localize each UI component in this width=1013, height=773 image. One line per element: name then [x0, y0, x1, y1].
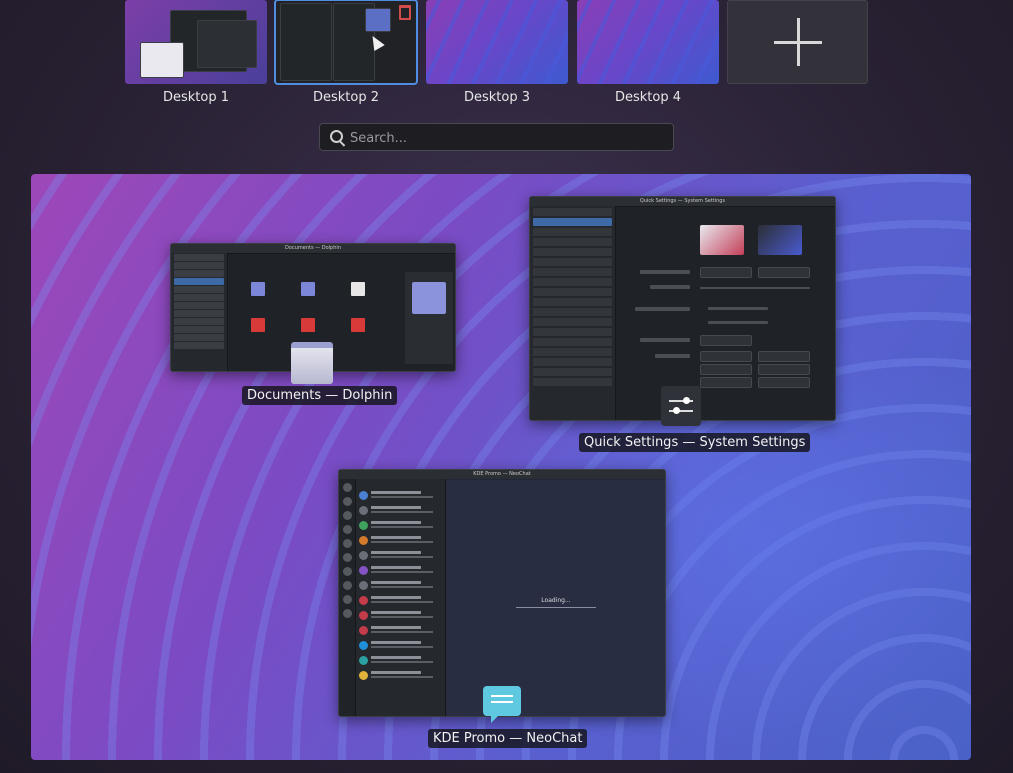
chat-bubble-icon	[483, 686, 521, 723]
folder-icon	[301, 282, 315, 296]
desktop-thumbnail-4[interactable]	[577, 0, 719, 84]
window-caption: Quick Settings — System Settings	[579, 433, 811, 452]
pdf-icon	[301, 318, 315, 332]
mini-window	[280, 3, 332, 81]
desktop-workspace: Documents — Dolphin Documents — Dolphin …	[31, 174, 971, 760]
folder-icon	[291, 342, 333, 384]
desktop-label: Desktop 1	[162, 90, 229, 105]
desktop-thumbnail-3[interactable]	[426, 0, 568, 84]
loading-label: Loading...	[541, 597, 571, 604]
mini-window	[140, 42, 184, 78]
dolphin-sidebar	[171, 253, 228, 371]
settings-sliders-icon	[661, 386, 701, 426]
mini-window	[197, 20, 257, 68]
window-thumbnail-neochat[interactable]: KDE Promo — NeoChat Loading...	[338, 469, 666, 717]
chat-room-list	[356, 479, 446, 716]
desktop-label: Desktop 4	[614, 90, 681, 105]
window-caption: KDE Promo — NeoChat	[428, 729, 588, 748]
document-icon	[351, 282, 365, 296]
loading-indicator: Loading...	[516, 597, 596, 608]
search-icon	[330, 130, 343, 143]
window-caption: Documents — Dolphin	[242, 386, 398, 405]
chat-space-rail	[339, 479, 356, 716]
trash-icon	[399, 5, 411, 20]
preview-panel	[405, 272, 453, 364]
mini-window	[365, 8, 391, 32]
desktop-label: Desktop 3	[463, 90, 530, 105]
pdf-icon	[251, 318, 265, 332]
settings-sidebar	[530, 206, 616, 420]
plus-icon	[797, 18, 800, 66]
desktop-thumbnail-1[interactable]	[125, 0, 267, 84]
theme-preview	[758, 225, 802, 255]
search-field[interactable]	[319, 123, 674, 151]
folder-icon	[251, 282, 265, 296]
pdf-icon	[351, 318, 365, 332]
desktop-thumbnail-2[interactable]	[274, 0, 418, 85]
folder-icon	[412, 282, 446, 314]
chat-timeline: Loading...	[446, 479, 665, 716]
add-desktop-button[interactable]	[727, 0, 868, 84]
search-input[interactable]	[348, 127, 662, 149]
theme-preview	[700, 225, 744, 255]
desktop-label: Desktop 2	[312, 90, 379, 105]
